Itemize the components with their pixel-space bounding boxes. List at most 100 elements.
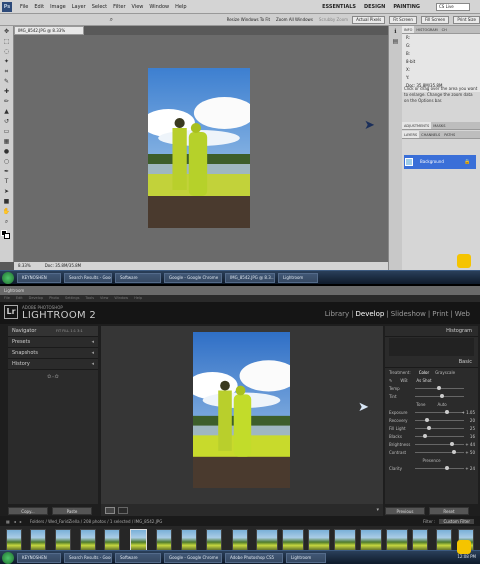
taskbar-item[interactable]: Software xyxy=(115,552,161,563)
taskbar-item[interactable]: Search Results - Goog... xyxy=(64,272,112,283)
taskbar-item[interactable]: Google - Google Chrome xyxy=(164,552,222,563)
lr-menu-develop[interactable]: Develop xyxy=(29,295,43,302)
slider-temp[interactable]: Temp xyxy=(385,384,478,392)
print-size-button[interactable]: Print Size xyxy=(453,15,480,24)
lasso-tool-icon[interactable]: ◌ xyxy=(2,47,11,56)
filmstrip-back-icon[interactable]: ◂ xyxy=(14,519,16,524)
workspace-design[interactable]: DESIGN xyxy=(364,4,385,10)
tab-masks[interactable]: MASKS xyxy=(431,122,447,129)
brush-tool-icon[interactable]: ✏ xyxy=(2,97,11,106)
slider-fill-light[interactable]: Fill Light 25 xyxy=(385,424,478,432)
nav-zoom-options[interactable]: FIT FILL 1:1 3:1 xyxy=(56,326,83,337)
tab-paths[interactable]: PATHS xyxy=(442,131,457,138)
paste-button[interactable]: Paste xyxy=(52,507,92,515)
wb-select[interactable]: As Shot xyxy=(416,378,431,383)
document-tab[interactable]: IMG_8542.JPG @ 8.33% (RGB/8*) xyxy=(14,26,84,41)
eyedropper-tool-icon[interactable]: ✎ xyxy=(2,77,11,86)
tab-channels[interactable]: CH xyxy=(440,26,449,33)
tab-channels[interactable]: CHANNELS xyxy=(419,131,442,138)
zoom-level[interactable]: 8.33% xyxy=(18,262,31,270)
history-panel-icon[interactable]: ▤ xyxy=(391,37,400,46)
start-button[interactable] xyxy=(2,551,14,564)
taskbar-item[interactable]: IMG_8542.JPG @ 8.3... xyxy=(225,272,275,283)
slider-recovery[interactable]: Recovery 20 xyxy=(385,416,478,424)
slider-blacks[interactable]: Blacks 16 xyxy=(385,432,478,440)
info-panel-icon[interactable]: ℹ xyxy=(391,27,400,36)
lr-menu-edit[interactable]: Edit xyxy=(16,295,23,302)
tab-info[interactable]: INFO xyxy=(402,26,415,33)
reset-button[interactable]: Reset xyxy=(429,507,469,515)
module-print[interactable]: Print xyxy=(432,310,448,318)
cs-live-button[interactable]: CS Live xyxy=(436,3,470,11)
slider-brightness[interactable]: Brightness + 44 xyxy=(385,440,478,448)
taskbar-item[interactable]: Google - Google Chrome xyxy=(164,272,222,283)
menu-window[interactable]: Window xyxy=(149,4,169,10)
taskbar-item[interactable]: Lightroom xyxy=(278,272,318,283)
fill-screen-button[interactable]: Fill Screen xyxy=(420,15,450,24)
actual-pixels-button[interactable]: Actual Pixels xyxy=(352,15,386,24)
wand-tool-icon[interactable]: ✦ xyxy=(2,57,11,66)
panel-histogram[interactable]: Histogram xyxy=(385,326,478,337)
menu-select[interactable]: Select xyxy=(92,4,107,10)
start-button[interactable] xyxy=(2,271,14,284)
compare-view-icon[interactable] xyxy=(118,506,128,514)
lr-menu-tools[interactable]: Tools xyxy=(85,295,94,302)
module-develop[interactable]: Develop xyxy=(356,310,385,318)
tab-histogram[interactable]: HISTOGRAM xyxy=(414,26,439,33)
module-library[interactable]: Library xyxy=(325,310,349,318)
taskbar-clock[interactable]: 12:08 PM xyxy=(457,554,476,559)
workspace-essentials[interactable]: ESSENTIALS xyxy=(322,4,356,10)
type-tool-icon[interactable]: T xyxy=(2,177,11,186)
healing-tool-icon[interactable]: ✚ xyxy=(2,87,11,96)
menu-help[interactable]: Help xyxy=(175,4,186,10)
taskbar-item[interactable]: Adobe Photoshop CS5 xyxy=(225,552,283,563)
slider-tint[interactable]: Tint xyxy=(385,392,478,400)
menu-edit[interactable]: Edit xyxy=(34,4,44,10)
fit-screen-button[interactable]: Fit Screen xyxy=(389,15,417,24)
filmstrip-forward-icon[interactable]: ▸ xyxy=(20,519,22,524)
slider-exposure[interactable]: Exposure + 1.05 xyxy=(385,408,478,416)
tab-layers[interactable]: LAYERS xyxy=(402,131,420,138)
lr-menu-help[interactable]: Help xyxy=(134,295,142,302)
menu-layer[interactable]: Layer xyxy=(72,4,86,10)
panel-snapshots[interactable]: ◂ Snapshots xyxy=(8,348,98,359)
previous-button[interactable]: Previous xyxy=(385,507,425,515)
zoom-all-checkbox[interactable]: Zoom All Windows xyxy=(276,17,313,22)
workspace-painting[interactable]: PAINTING xyxy=(393,4,420,10)
pen-tool-icon[interactable]: ✒ xyxy=(2,167,11,176)
lr-menu-view[interactable]: View xyxy=(100,295,108,302)
taskbar-item[interactable]: KEYNOSHEN xyxy=(17,552,61,563)
filmstrip-grid-icon[interactable]: ▦ xyxy=(6,519,10,524)
shape-tool-icon[interactable]: ■ xyxy=(2,197,11,206)
menu-view[interactable]: View xyxy=(132,4,144,10)
slider-contrast[interactable]: Contrast + 50 xyxy=(385,448,478,456)
history-brush-icon[interactable]: ↺ xyxy=(2,117,11,126)
filmstrip-path[interactable]: Folders / Wed_FaridZiella / 208 photos /… xyxy=(30,519,163,524)
path-select-icon[interactable]: ➤ xyxy=(2,187,11,196)
lr-menu-photo[interactable]: Photo xyxy=(49,295,59,302)
eraser-tool-icon[interactable]: ▭ xyxy=(2,127,11,136)
filter-select[interactable]: Custom Filter xyxy=(439,518,474,524)
module-web[interactable]: Web xyxy=(455,310,470,318)
stamp-tool-icon[interactable]: ▲ xyxy=(2,107,11,116)
hand-tool-icon[interactable]: ✋ xyxy=(2,207,11,216)
panel-history[interactable]: ◂ History xyxy=(8,359,98,370)
eyedropper-icon[interactable]: ✎ xyxy=(389,378,392,383)
crop-tool-icon[interactable]: ⌗ xyxy=(2,67,11,76)
taskbar-item[interactable]: Search Results - Goog... xyxy=(64,552,112,563)
dodge-tool-icon[interactable]: ○ xyxy=(2,157,11,166)
tab-adjustments[interactable]: ADJUSTMENTS xyxy=(402,122,432,129)
scrubby-zoom-checkbox[interactable]: Scrubby Zoom xyxy=(319,17,348,22)
resize-windows-checkbox[interactable]: Resize Windows To Fit xyxy=(227,17,270,22)
color-swatches[interactable] xyxy=(1,230,10,239)
loupe-view-icon[interactable] xyxy=(105,506,115,514)
module-slideshow[interactable]: Slideshow xyxy=(391,310,426,318)
menu-filter[interactable]: Filter xyxy=(113,4,125,10)
lr-menu-file[interactable]: File xyxy=(4,295,10,302)
lr-menu-settings[interactable]: Settings xyxy=(65,295,79,302)
move-tool-icon[interactable]: ✥ xyxy=(2,27,11,36)
menu-file[interactable]: File xyxy=(20,4,28,10)
gradient-tool-icon[interactable]: ▦ xyxy=(2,137,11,146)
lr-menu-window[interactable]: Window xyxy=(114,295,128,302)
panel-navigator[interactable]: Navigator FIT FILL 1:1 3:1 xyxy=(8,326,98,337)
